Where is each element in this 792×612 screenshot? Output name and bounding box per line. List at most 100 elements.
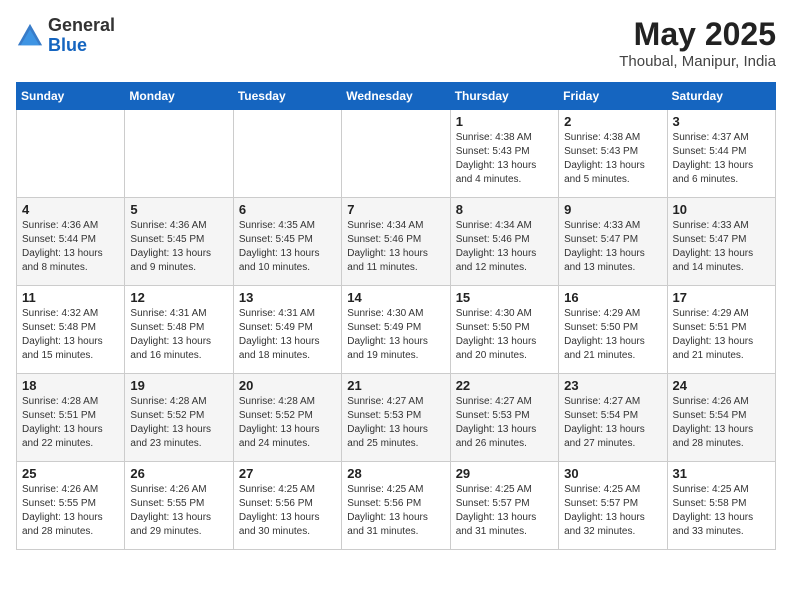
day-info: Sunrise: 4:35 AM Sunset: 5:45 PM Dayligh… [239,219,336,275]
calendar-cell: 31Sunrise: 4:25 AM Sunset: 5:58 PM Dayli… [667,462,775,550]
day-info: Sunrise: 4:26 AM Sunset: 5:54 PM Dayligh… [673,395,770,451]
calendar-cell: 20 Sunrise: 4:28 AM Sunset: 5:52 PM Dayli… [233,374,341,462]
calendar-cell: 13Sunrise: 4:31 AM Sunset: 5:49 PM Dayli… [233,286,341,374]
week-row-3: 11 Sunrise: 4:32 AM Sunset: 5:48 PM Dayli… [17,286,776,374]
calendar-cell: 7Sunrise: 4:34 AM Sunset: 5:46 PM Daylig… [342,198,450,286]
weekday-header-monday: Monday [125,83,233,110]
day-number: 25 [22,466,119,481]
calendar-cell: 8 Sunrise: 4:34 AM Sunset: 5:46 PM Daylig… [450,198,558,286]
day-number: 8 [456,202,553,217]
day-number: 11 [22,290,119,305]
day-number: 3 [673,114,770,129]
calendar-cell: 1Sunrise: 4:38 AM Sunset: 5:43 PM Daylig… [450,110,558,198]
calendar-cell: 19 Sunrise: 4:28 AM Sunset: 5:52 PM Dayli… [125,374,233,462]
day-number: 17 [673,290,770,305]
day-info: Sunrise: 4:33 AM Sunset: 5:47 PM Dayligh… [564,219,661,275]
day-info: Sunrise: 4:27 AM Sunset: 5:54 PM Dayligh… [564,395,661,451]
day-number: 5 [130,202,227,217]
weekday-header-thursday: Thursday [450,83,558,110]
day-info: Sunrise: 4:27 AM Sunset: 5:53 PM Dayligh… [456,395,553,451]
day-info: Sunrise: 4:36 AM Sunset: 5:45 PM Dayligh… [130,219,227,275]
day-number: 26 [130,466,227,481]
day-info: Sunrise: 4:26 AM Sunset: 5:55 PM Dayligh… [22,483,119,539]
logo-text: General Blue [48,16,115,56]
calendar-cell [342,110,450,198]
calendar-cell: 26Sunrise: 4:26 AM Sunset: 5:55 PM Dayli… [125,462,233,550]
day-info: Sunrise: 4:28 AM Sunset: 5:52 PM Dayligh… [130,395,227,451]
calendar-cell: 11 Sunrise: 4:32 AM Sunset: 5:48 PM Dayli… [17,286,125,374]
weekday-header-friday: Friday [559,83,667,110]
logo-icon [16,22,44,50]
title-block: May 2025 Thoubal, Manipur, India [619,16,776,70]
weekday-header-row: SundayMondayTuesdayWednesdayThursdayFrid… [17,83,776,110]
logo: General Blue [16,16,115,56]
day-number: 16 [564,290,661,305]
day-number: 18 [22,378,119,393]
calendar-cell: 5 Sunrise: 4:36 AM Sunset: 5:45 PM Daylig… [125,198,233,286]
day-info: Sunrise: 4:36 AM Sunset: 5:44 PM Dayligh… [22,219,119,275]
calendar-cell: 27 Sunrise: 4:25 AM Sunset: 5:56 PM Dayli… [233,462,341,550]
day-number: 2 [564,114,661,129]
calendar-cell: 14 Sunrise: 4:30 AM Sunset: 5:49 PM Dayli… [342,286,450,374]
day-info: Sunrise: 4:30 AM Sunset: 5:49 PM Dayligh… [347,307,444,363]
day-info: Sunrise: 4:34 AM Sunset: 5:46 PM Dayligh… [456,219,553,275]
calendar-cell: 12Sunrise: 4:31 AM Sunset: 5:48 PM Dayli… [125,286,233,374]
day-info: Sunrise: 4:33 AM Sunset: 5:47 PM Dayligh… [673,219,770,275]
calendar-cell: 4 Sunrise: 4:36 AM Sunset: 5:44 PM Daylig… [17,198,125,286]
week-row-5: 25 Sunrise: 4:26 AM Sunset: 5:55 PM Dayli… [17,462,776,550]
calendar-cell: 16 Sunrise: 4:29 AM Sunset: 5:50 PM Dayli… [559,286,667,374]
day-number: 28 [347,466,444,481]
day-info: Sunrise: 4:25 AM Sunset: 5:58 PM Dayligh… [673,483,770,539]
calendar-cell: 25 Sunrise: 4:26 AM Sunset: 5:55 PM Dayli… [17,462,125,550]
day-number: 15 [456,290,553,305]
day-number: 23 [564,378,661,393]
weekday-header-saturday: Saturday [667,83,775,110]
day-info: Sunrise: 4:27 AM Sunset: 5:53 PM Dayligh… [347,395,444,451]
calendar-cell: 22 Sunrise: 4:27 AM Sunset: 5:53 PM Dayli… [450,374,558,462]
day-number: 22 [456,378,553,393]
calendar-cell: 15 Sunrise: 4:30 AM Sunset: 5:50 PM Dayli… [450,286,558,374]
day-info: Sunrise: 4:37 AM Sunset: 5:44 PM Dayligh… [673,131,770,187]
day-info: Sunrise: 4:29 AM Sunset: 5:50 PM Dayligh… [564,307,661,363]
calendar-cell [125,110,233,198]
day-number: 29 [456,466,553,481]
page-header: General Blue May 2025 Thoubal, Manipur, … [16,16,776,70]
weekday-header-wednesday: Wednesday [342,83,450,110]
calendar-cell: 10 Sunrise: 4:33 AM Sunset: 5:47 PM Dayli… [667,198,775,286]
day-number: 20 [239,378,336,393]
day-info: Sunrise: 4:32 AM Sunset: 5:48 PM Dayligh… [22,307,119,363]
day-info: Sunrise: 4:34 AM Sunset: 5:46 PM Dayligh… [347,219,444,275]
day-number: 27 [239,466,336,481]
day-number: 13 [239,290,336,305]
calendar-cell: 17Sunrise: 4:29 AM Sunset: 5:51 PM Dayli… [667,286,775,374]
day-info: Sunrise: 4:38 AM Sunset: 5:43 PM Dayligh… [456,131,553,187]
calendar-cell: 6Sunrise: 4:35 AM Sunset: 5:45 PM Daylig… [233,198,341,286]
day-info: Sunrise: 4:28 AM Sunset: 5:52 PM Dayligh… [239,395,336,451]
day-number: 19 [130,378,227,393]
calendar-cell: 30Sunrise: 4:25 AM Sunset: 5:57 PM Dayli… [559,462,667,550]
day-number: 24 [673,378,770,393]
week-row-4: 18 Sunrise: 4:28 AM Sunset: 5:51 PM Dayli… [17,374,776,462]
calendar-cell: 29 Sunrise: 4:25 AM Sunset: 5:57 PM Dayli… [450,462,558,550]
location: Thoubal, Manipur, India [619,53,776,70]
day-number: 9 [564,202,661,217]
day-info: Sunrise: 4:25 AM Sunset: 5:57 PM Dayligh… [456,483,553,539]
day-number: 30 [564,466,661,481]
calendar-cell [17,110,125,198]
day-number: 21 [347,378,444,393]
calendar-cell: 24 Sunrise: 4:26 AM Sunset: 5:54 PM Dayli… [667,374,775,462]
day-info: Sunrise: 4:28 AM Sunset: 5:51 PM Dayligh… [22,395,119,451]
calendar-cell: 3 Sunrise: 4:37 AM Sunset: 5:44 PM Daylig… [667,110,775,198]
calendar-cell: 21 Sunrise: 4:27 AM Sunset: 5:53 PM Dayli… [342,374,450,462]
week-row-1: 1Sunrise: 4:38 AM Sunset: 5:43 PM Daylig… [17,110,776,198]
day-number: 14 [347,290,444,305]
weekday-header-tuesday: Tuesday [233,83,341,110]
day-info: Sunrise: 4:25 AM Sunset: 5:56 PM Dayligh… [239,483,336,539]
week-row-2: 4 Sunrise: 4:36 AM Sunset: 5:44 PM Daylig… [17,198,776,286]
calendar-cell: 23 Sunrise: 4:27 AM Sunset: 5:54 PM Dayli… [559,374,667,462]
day-info: Sunrise: 4:30 AM Sunset: 5:50 PM Dayligh… [456,307,553,363]
day-number: 4 [22,202,119,217]
day-number: 10 [673,202,770,217]
calendar-cell: 2Sunrise: 4:38 AM Sunset: 5:43 PM Daylig… [559,110,667,198]
calendar-cell: 28Sunrise: 4:25 AM Sunset: 5:56 PM Dayli… [342,462,450,550]
